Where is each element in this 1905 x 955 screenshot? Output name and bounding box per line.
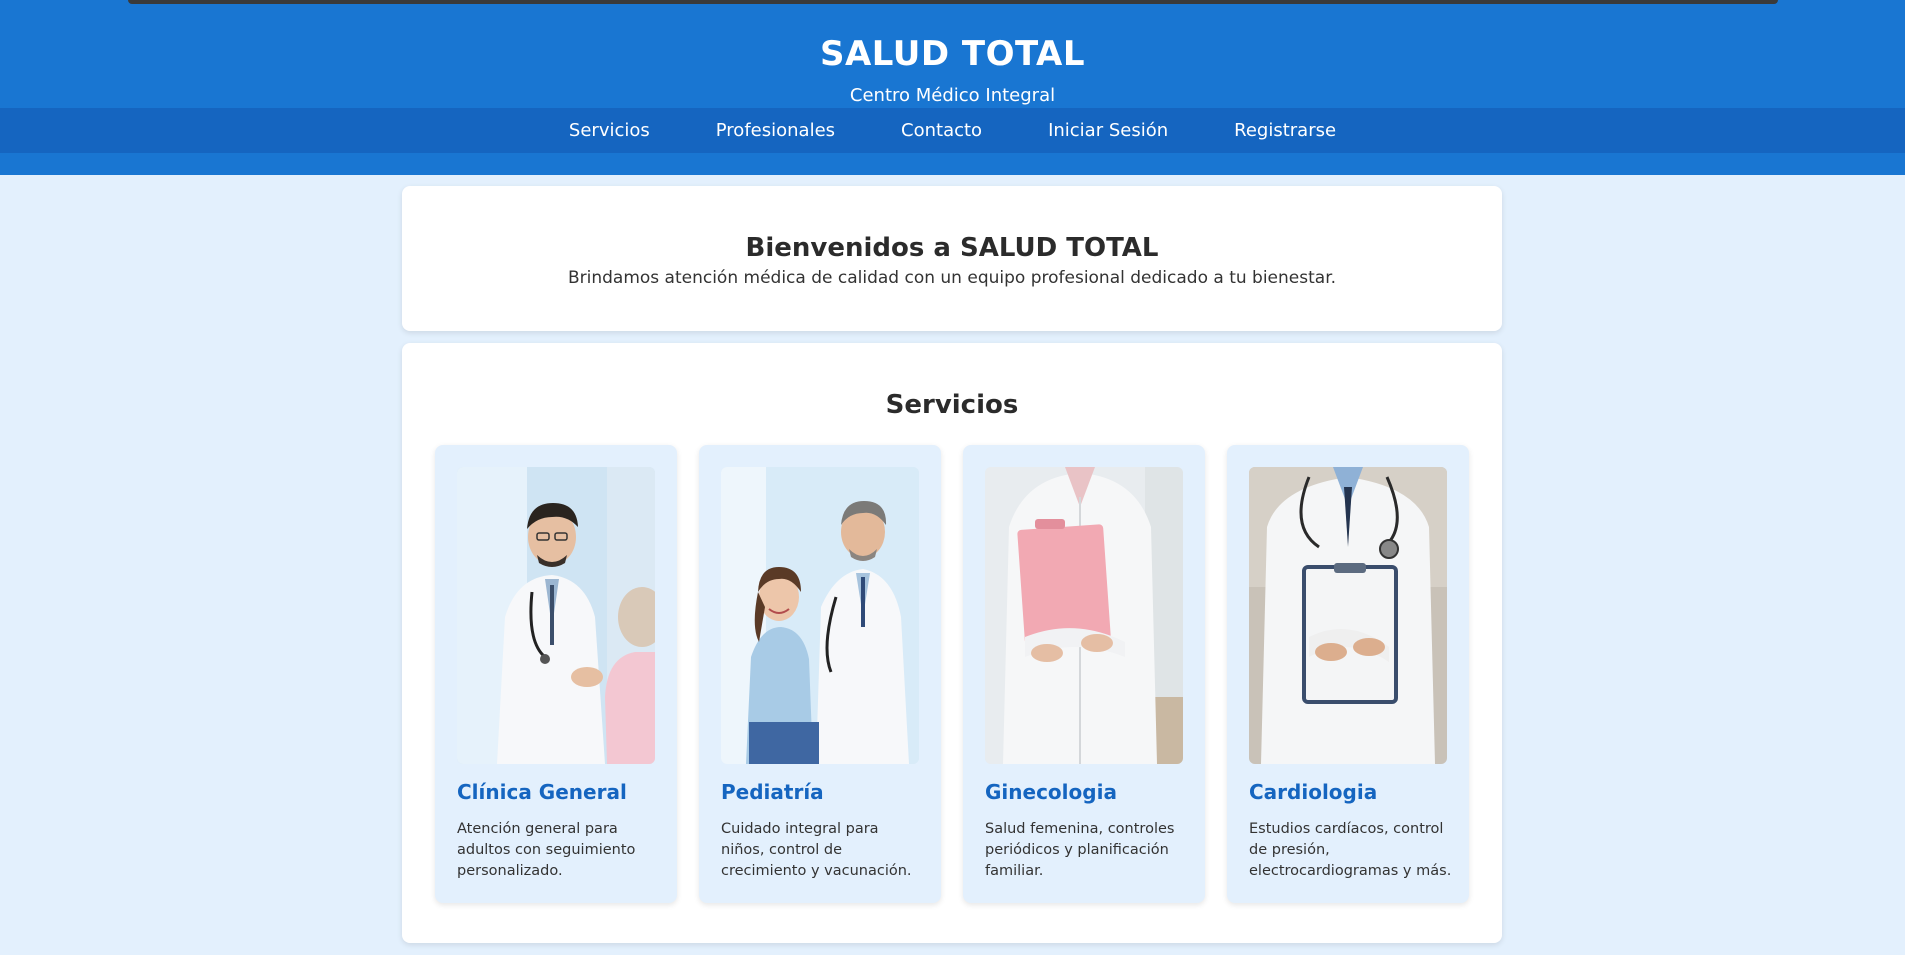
service-name: Cardiologia xyxy=(1249,780,1378,804)
service-description: Atención general para adultos con seguim… xyxy=(457,821,636,879)
doctor-with-patient-photo xyxy=(457,467,655,764)
service-description: Estudios cardíacos, control de presión, … xyxy=(1249,821,1452,879)
main-nav: Servicios Profesionales Contacto Iniciar… xyxy=(0,108,1905,153)
nav-registrarse[interactable]: Registrarse xyxy=(1201,108,1369,153)
service-description: Salud femenina, controles periódicos y p… xyxy=(985,821,1175,879)
service-name: Pediatría xyxy=(721,780,824,804)
pediatrician-with-child-photo xyxy=(721,467,919,764)
gynecologist-with-clipboard-photo xyxy=(985,467,1183,764)
welcome-section: Bienvenidos a SALUD TOTAL Brindamos aten… xyxy=(402,186,1502,331)
service-name: Clínica General xyxy=(457,780,627,804)
service-description: Cuidado integral para niños, control de … xyxy=(721,821,912,879)
service-card-ginecologia[interactable]: Ginecologia Salud femenina, controles pe… xyxy=(963,445,1205,903)
service-card-pediatria[interactable]: Pediatría Cuidado integral para niños, c… xyxy=(699,445,941,903)
welcome-text: Brindamos atención médica de calidad con… xyxy=(567,268,1337,288)
nav-profesionales[interactable]: Profesionales xyxy=(683,108,868,153)
site-header: SALUD TOTAL Centro Médico Integral Servi… xyxy=(0,10,1905,175)
nav-iniciar-sesion[interactable]: Iniciar Sesión xyxy=(1015,108,1201,153)
service-card-clinica-general[interactable]: Clínica General Atención general para ad… xyxy=(435,445,677,903)
nav-contacto[interactable]: Contacto xyxy=(868,108,1015,153)
nav-servicios[interactable]: Servicios xyxy=(536,108,683,153)
browser-top-strip xyxy=(0,0,1905,10)
service-card-cardiologia[interactable]: Cardiologia Estudios cardíacos, control … xyxy=(1227,445,1469,903)
browser-chrome-edge xyxy=(128,0,1778,4)
service-name: Ginecologia xyxy=(985,780,1117,804)
cardiologist-with-clipboard-photo xyxy=(1249,467,1447,764)
site-title: SALUD TOTAL xyxy=(819,34,1086,74)
services-section: Servicios Clínica General Atención gener… xyxy=(402,343,1502,943)
welcome-title: Bienvenidos a SALUD TOTAL xyxy=(745,233,1159,263)
services-title: Servicios xyxy=(885,390,1019,420)
site-subtitle: Centro Médico Integral xyxy=(849,85,1056,106)
